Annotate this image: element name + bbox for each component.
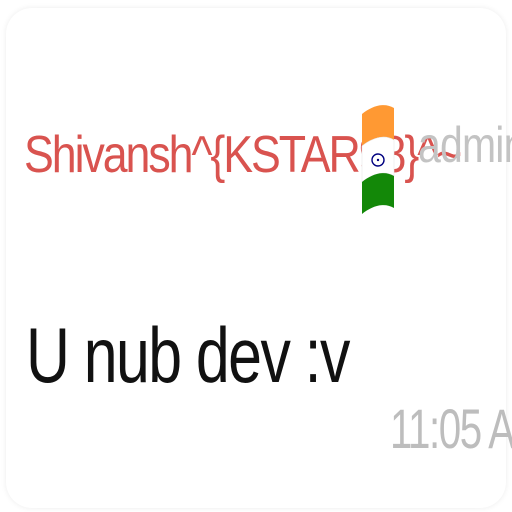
sender-role-badge: admin	[418, 117, 512, 173]
message-text: U nub dev :v	[26, 311, 350, 399]
flag-green-band	[362, 173, 394, 214]
message-bubble[interactable]: Shivansh^{KSTAR98}^~ admin U nub dev :v …	[6, 8, 512, 508]
india-flag-icon	[361, 105, 395, 214]
message-timestamp: 11:05 AM	[390, 397, 512, 460]
chat-screen: Shivansh^{KSTAR98}^~ admin U nub dev :v …	[0, 0, 512, 512]
